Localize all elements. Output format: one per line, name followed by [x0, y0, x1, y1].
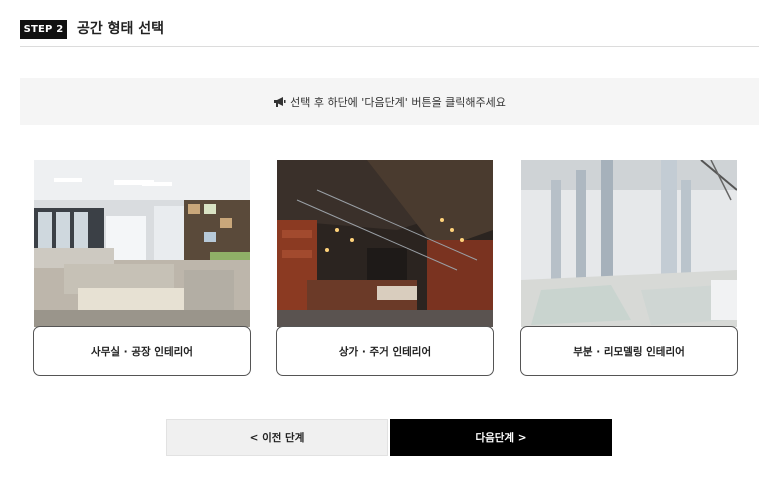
megaphone-icon [274, 96, 286, 107]
option-card-commercial[interactable]: 상가 · 주거 인테리어 [276, 160, 494, 376]
notice-text: 선택 후 하단에 '다음단계' 버튼을 클릭해주세요 [290, 95, 506, 109]
option-card-office[interactable]: 사무실 · 공장 인테리어 [33, 160, 251, 376]
instruction-notice: 선택 후 하단에 '다음단계' 버튼을 클릭해주세요 [20, 78, 759, 125]
option-card-remodel[interactable]: 부분 · 리모델링 인테리어 [520, 160, 738, 376]
office-cubicles-photo [34, 160, 250, 327]
option-label-commercial[interactable]: 상가 · 주거 인테리어 [276, 326, 494, 376]
next-step-button[interactable]: 다음단계 > [390, 419, 612, 456]
page-title: 공간 형태 선택 [77, 21, 165, 37]
commercial-interior-photo [277, 160, 493, 327]
prev-step-button[interactable]: < 이전 단계 [166, 419, 388, 456]
option-label-office[interactable]: 사무실 · 공장 인테리어 [33, 326, 251, 376]
option-label-remodel[interactable]: 부분 · 리모델링 인테리어 [520, 326, 738, 376]
step-badge: STEP 2 [20, 20, 67, 39]
step-header: STEP 2 공간 형태 선택 [20, 20, 759, 47]
demolition-remodel-photo [521, 160, 737, 327]
